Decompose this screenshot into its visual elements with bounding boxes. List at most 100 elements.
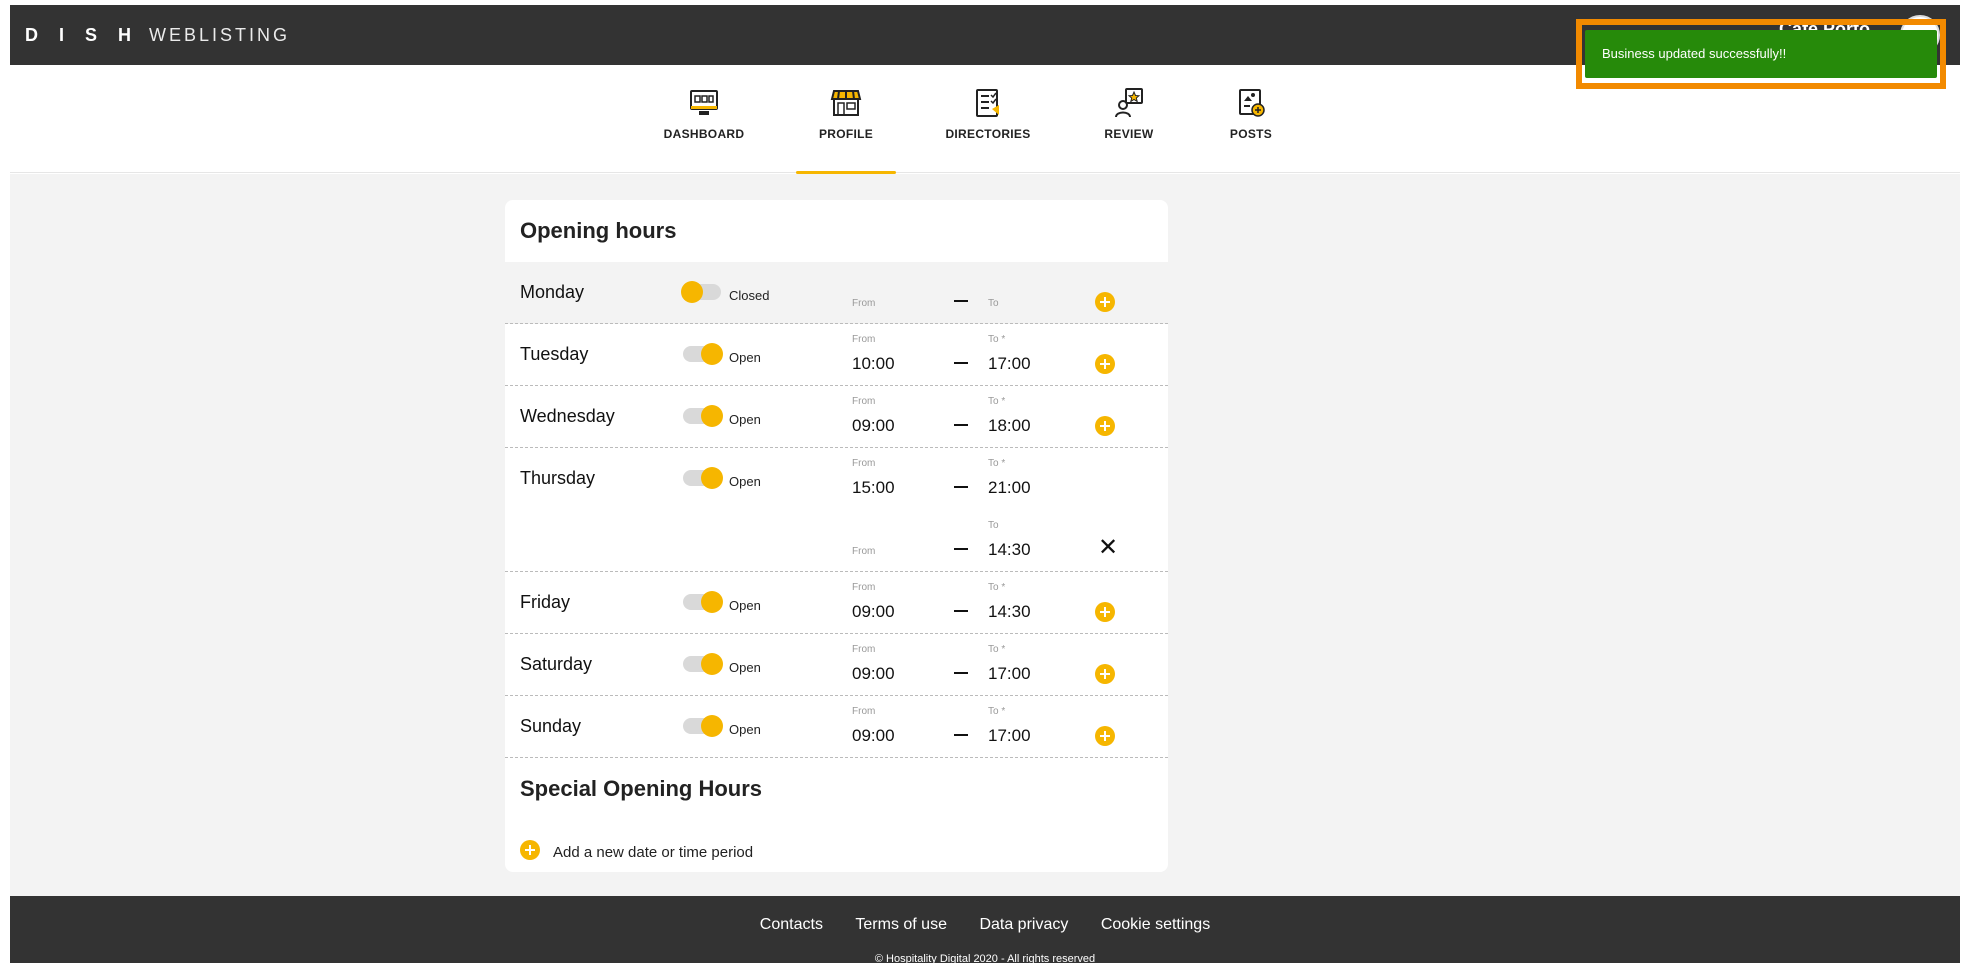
open-toggle[interactable] <box>683 653 723 675</box>
from-time-field[interactable]: 09:00 <box>852 664 895 684</box>
day-name: Monday <box>520 282 585 302</box>
to-time-field[interactable]: 14:30 <box>988 540 1031 560</box>
footer-link-privacy[interactable]: Data privacy <box>979 916 1068 933</box>
nav-review[interactable]: REVIEW <box>1074 87 1184 141</box>
from-time-field[interactable]: 09:00 <box>852 726 895 746</box>
from-label: From <box>852 298 876 309</box>
to-label: To <box>988 298 999 309</box>
special-hours-title: Special Opening Hours <box>520 776 763 801</box>
from-time-field[interactable]: 10:00 <box>852 354 895 374</box>
success-toast[interactable]: Business updated successfully!! <box>1585 30 1937 78</box>
open-toggle[interactable] <box>683 467 723 489</box>
to-time-field[interactable]: 17:00 <box>988 726 1031 746</box>
app-logo[interactable]: D I S H WEBLISTING <box>25 25 290 46</box>
post-icon <box>1239 89 1265 117</box>
open-state: Open <box>729 660 761 675</box>
open-state: Open <box>729 722 761 737</box>
range-dash <box>954 610 968 612</box>
logo-main: D I S H <box>25 25 140 45</box>
range-dash <box>954 300 968 302</box>
to-label: To <box>988 520 999 531</box>
from-time-field[interactable]: 15:00 <box>852 478 895 498</box>
range-dash <box>954 362 968 364</box>
nav-label: POSTS <box>1229 127 1273 141</box>
opening-hours-list: Monday Closed From To Tuesday Open From … <box>505 262 1168 758</box>
main-content: Opening hours Monday Closed From To Tues… <box>10 174 1960 896</box>
add-time-button[interactable] <box>1095 292 1115 312</box>
nav-label: DASHBOARD <box>663 127 745 141</box>
nav-posts[interactable]: POSTS <box>1196 87 1306 141</box>
open-toggle[interactable] <box>683 405 723 427</box>
add-time-button[interactable] <box>1095 602 1115 622</box>
open-state: Open <box>729 474 761 489</box>
day-row-thursday: Thursday Open From 15:00 To * 21:00 <box>505 448 1168 510</box>
to-time-field[interactable]: 21:00 <box>988 478 1031 498</box>
footer: Contacts Terms of use Data privacy Cooki… <box>10 896 1960 963</box>
nav-label: DIRECTORIES <box>945 127 1031 141</box>
from-label: From <box>852 458 876 469</box>
nav-profile[interactable]: PROFILE <box>791 87 901 174</box>
nav-directories[interactable]: DIRECTORIES <box>933 87 1043 141</box>
open-state: Open <box>729 598 761 613</box>
day-row-thursday-extra-slot: From To 14:30 ✕ <box>505 510 1168 572</box>
to-label: To * <box>988 458 1006 469</box>
open-state: Open <box>729 350 761 365</box>
day-name: Tuesday <box>520 344 589 364</box>
to-time-field[interactable]: 17:00 <box>988 354 1031 374</box>
day-name: Thursday <box>520 468 596 488</box>
storefront-icon <box>830 90 862 116</box>
from-time-field[interactable]: 09:00 <box>852 602 895 622</box>
open-state: Closed <box>729 288 770 303</box>
day-name: Saturday <box>520 654 593 674</box>
day-row-sunday: Sunday Open From 09:00 To * 17:00 <box>505 696 1168 758</box>
logo-sub: WEBLISTING <box>149 25 291 45</box>
from-label: From <box>852 706 876 717</box>
open-toggle[interactable] <box>681 281 721 303</box>
from-time-field[interactable]: 09:00 <box>852 416 895 436</box>
to-label: To * <box>988 334 1006 345</box>
star-review-icon <box>1115 88 1143 118</box>
from-label: From <box>852 396 876 407</box>
plus-circle-icon[interactable] <box>520 840 540 860</box>
nav-label: REVIEW <box>1104 127 1154 141</box>
open-toggle[interactable] <box>683 591 723 613</box>
to-time-field[interactable]: 18:00 <box>988 416 1031 436</box>
range-dash <box>954 486 968 488</box>
range-dash <box>954 424 968 426</box>
add-time-button[interactable] <box>1095 416 1115 436</box>
add-time-button[interactable] <box>1095 664 1115 684</box>
open-state: Open <box>729 412 761 427</box>
opening-hours-title: Opening hours <box>520 218 677 243</box>
to-label: To * <box>988 396 1006 407</box>
to-label: To * <box>988 644 1006 655</box>
from-label: From <box>852 334 876 345</box>
day-row-friday: Friday Open From 09:00 To * 14:30 <box>505 572 1168 634</box>
nav-label: PROFILE <box>818 127 874 141</box>
footer-link-terms[interactable]: Terms of use <box>855 916 947 933</box>
to-time-field[interactable]: 17:00 <box>988 664 1031 684</box>
checklist-icon <box>976 89 999 117</box>
add-special-hours-label: Add a new date or time period <box>553 844 754 861</box>
opening-hours-card: Opening hours Monday Closed From To Tues… <box>505 200 1168 872</box>
add-time-button[interactable] <box>1095 354 1115 374</box>
footer-link-contacts[interactable]: Contacts <box>760 916 823 933</box>
open-toggle[interactable] <box>683 715 723 737</box>
day-row-wednesday: Wednesday Open From 09:00 To * 18:00 <box>505 386 1168 448</box>
add-time-button[interactable] <box>1095 726 1115 746</box>
open-toggle[interactable] <box>683 343 723 365</box>
day-row-tuesday: Tuesday Open From 10:00 To * 17:00 <box>505 324 1168 386</box>
monitor-icon <box>690 90 718 115</box>
remove-slot-icon[interactable]: ✕ <box>1098 536 1118 560</box>
day-name: Friday <box>520 592 571 612</box>
from-label: From <box>852 644 876 655</box>
to-label: To * <box>988 582 1006 593</box>
from-label: From <box>852 546 876 557</box>
footer-link-cookies[interactable]: Cookie settings <box>1101 916 1210 933</box>
toast-message: Business updated successfully!! <box>1602 46 1787 61</box>
footer-links: Contacts Terms of use Data privacy Cooki… <box>10 916 1960 934</box>
to-time-field[interactable]: 14:30 <box>988 602 1031 622</box>
day-row-monday: Monday Closed From To <box>505 262 1168 324</box>
nav-dashboard[interactable]: DASHBOARD <box>649 87 759 141</box>
from-label: From <box>852 582 876 593</box>
day-name: Wednesday <box>520 406 615 426</box>
